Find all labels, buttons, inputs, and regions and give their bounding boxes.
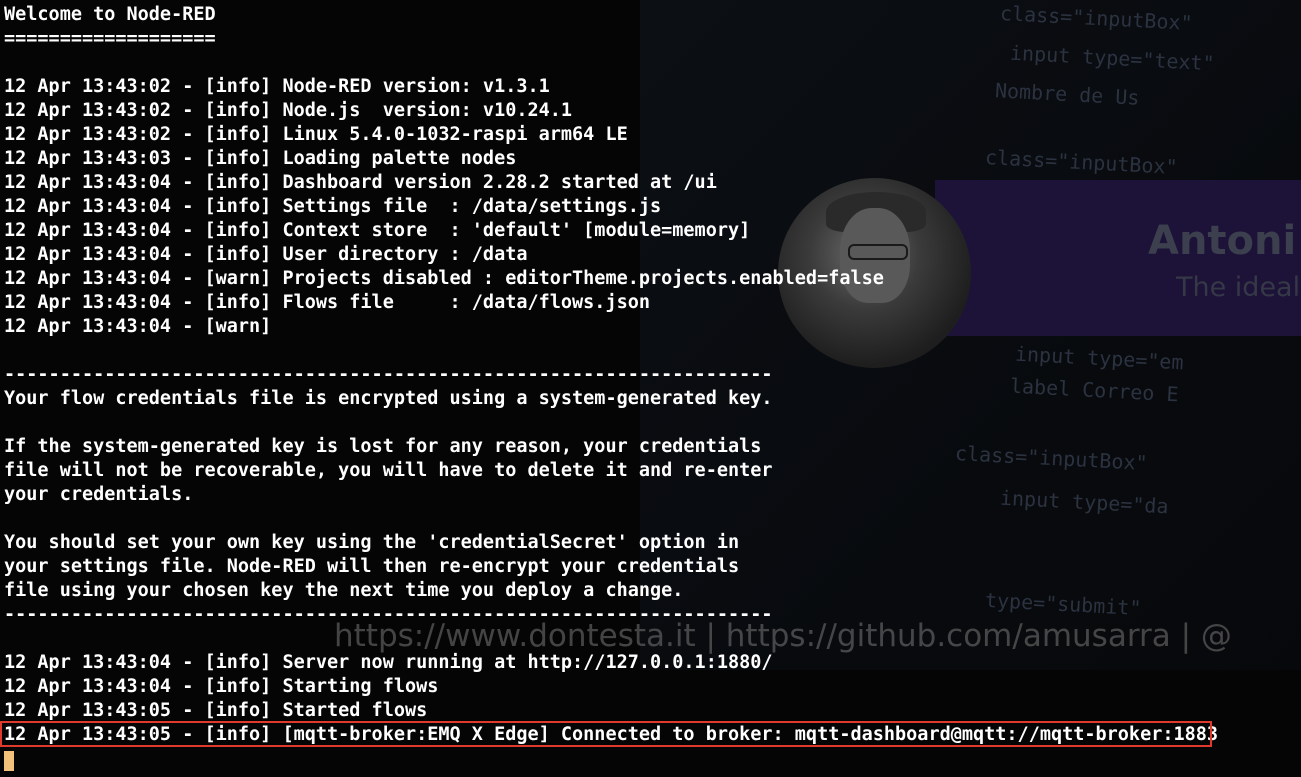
terminal-window[interactable]: class="inputBox" input type="text" Nombr…: [0, 0, 1301, 777]
terminal-line: your settings file. Node-RED will then r…: [4, 556, 740, 577]
terminal-line: 12 Apr 13:43:02 - [info] Node.js version…: [4, 100, 573, 121]
terminal-line: 12 Apr 13:43:03 - [info] Loading palette…: [4, 148, 517, 169]
terminal-line: If the system-generated key is lost for …: [4, 436, 762, 457]
terminal-line: 12 Apr 13:43:02 - [info] Linux 5.4.0-103…: [4, 124, 628, 145]
terminal-line: 12 Apr 13:43:04 - [info] Flows file : /d…: [4, 292, 651, 313]
terminal-line: ----------------------------------------…: [4, 364, 773, 385]
highlight-box: [0, 721, 1212, 747]
terminal-line: 12 Apr 13:43:04 - [info] User directory …: [4, 244, 528, 265]
terminal-line: 12 Apr 13:43:04 - [info] Starting flows: [4, 676, 439, 697]
terminal-line: 12 Apr 13:43:04 - [warn]: [4, 316, 272, 337]
terminal-line: 12 Apr 13:43:04 - [info] Server now runn…: [4, 652, 773, 673]
terminal-line: You should set your own key using the 'c…: [4, 532, 740, 553]
terminal-line: file will not be recoverable, you will h…: [4, 460, 773, 481]
terminal-line: Your flow credentials file is encrypted …: [4, 388, 773, 409]
terminal-line: file using your chosen key the next time…: [4, 580, 684, 601]
terminal-line: 12 Apr 13:43:04 - [warn] Projects disabl…: [4, 268, 884, 289]
terminal-line: 12 Apr 13:43:02 - [info] Node-RED versio…: [4, 76, 550, 97]
terminal-line: ----------------------------------------…: [4, 604, 773, 625]
terminal-output[interactable]: Welcome to Node-RED =================== 12…: [4, 3, 1218, 747]
terminal-line: 12 Apr 13:43:04 - [info] Dashboard versi…: [4, 172, 717, 193]
terminal-line: your credentials.: [4, 484, 194, 505]
terminal-line: 12 Apr 13:43:04 - [info] Context store :…: [4, 220, 751, 241]
terminal-cursor: [4, 751, 14, 771]
terminal-line: 12 Apr 13:43:04 - [info] Settings file :…: [4, 196, 662, 217]
terminal-line: 12 Apr 13:43:05 - [info] Started flows: [4, 700, 428, 721]
terminal-line: Welcome to Node-RED: [4, 4, 216, 25]
terminal-line: ===================: [4, 28, 216, 49]
